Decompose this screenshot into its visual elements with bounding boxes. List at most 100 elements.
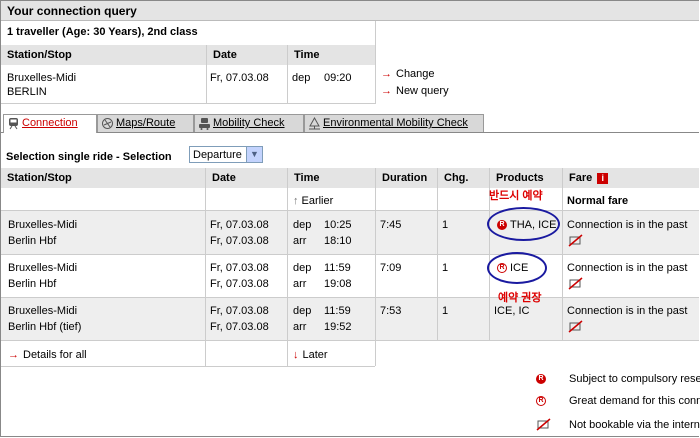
annotation-reserve-recommended: 예약 권장: [498, 292, 542, 304]
tab-maps-route-label: Maps/Route: [116, 117, 176, 129]
row2-from: Bruxelles-Midi: [8, 262, 78, 274]
arrow-right-icon: →: [381, 68, 392, 80]
query-dep-label: dep: [292, 72, 311, 84]
row1-arr-time: 18:10: [324, 235, 352, 247]
later-label: Later: [302, 349, 328, 361]
query-date: Fr, 07.03.08: [210, 72, 269, 84]
annotation-ring: [487, 252, 547, 284]
car-train-icon: [198, 117, 211, 130]
tab-connection-label: Connection: [22, 117, 78, 129]
reservation-recommended-icon: R: [536, 395, 549, 407]
environment-icon: [308, 116, 321, 130]
row1-from: Bruxelles-Midi: [8, 219, 78, 231]
not-bookable-icon: [568, 234, 583, 251]
normal-fare-label: Normal fare: [567, 195, 629, 207]
col-changes: Chg.: [438, 168, 489, 188]
annotation-ring: [487, 207, 560, 241]
row2-arr-time: 19:08: [324, 278, 352, 290]
col-fare: Fare i: [563, 168, 699, 188]
col-time: Time: [288, 168, 375, 188]
row3-changes: 1: [442, 305, 449, 317]
row2-dep-time: 11:59: [324, 262, 351, 274]
arrow-right-icon: →: [8, 349, 19, 361]
train-icon: [7, 117, 20, 130]
row3-from: Bruxelles-Midi: [8, 305, 78, 317]
direction-select[interactable]: Departure ▼: [189, 146, 263, 163]
row1-dep-label: dep: [293, 219, 312, 231]
row2-fare: Connection is in the past: [567, 262, 688, 274]
query-dep-time: 09:20: [324, 72, 352, 84]
legend-reservation-recommended: Great demand for this conn: [569, 395, 700, 407]
query-col-time: Time: [288, 45, 375, 65]
row2-duration: 7:09: [380, 262, 402, 274]
not-bookable-icon: [568, 320, 583, 337]
new-query-link[interactable]: → New query: [381, 85, 449, 97]
annotation-must-reserve: 반드시 예약: [489, 190, 543, 202]
direction-select-value: Departure: [193, 149, 242, 161]
row3-arr-label: arr: [293, 321, 307, 333]
traveller-info: 1 traveller (Age: 30 Years), 2nd class: [7, 26, 198, 38]
row2-to: Berlin Hbf: [8, 278, 57, 290]
arrow-right-icon: →: [381, 85, 392, 97]
row3-date-arr: Fr, 07.03.08: [210, 321, 269, 333]
info-icon[interactable]: i: [597, 172, 609, 184]
legend-reservation-required: Subject to compulsory rese: [569, 373, 700, 385]
col-duration: Duration: [376, 168, 437, 188]
row2-date-dep: Fr, 07.03.08: [210, 262, 269, 274]
tab-mobility-check-label: Mobility Check: [213, 117, 285, 129]
map-icon: [101, 117, 114, 130]
row3-fare: Connection is in the past: [567, 305, 688, 317]
row1-arr-label: arr: [293, 235, 307, 247]
row2-changes: 1: [442, 262, 449, 274]
tab-connection[interactable]: Connection: [3, 114, 97, 133]
change-link[interactable]: → Change: [381, 68, 435, 80]
row3-duration: 7:53: [380, 305, 402, 317]
not-bookable-icon: [536, 418, 551, 434]
row3-products: ICE, IC: [494, 305, 530, 317]
row1-date-arr: Fr, 07.03.08: [210, 235, 269, 247]
col-products: Products: [490, 168, 562, 188]
query-col-date: Date: [207, 45, 287, 65]
page-title: Your connection query: [1, 1, 699, 21]
selection-label: Selection single ride - Selection: [6, 151, 172, 163]
row2-dep-label: dep: [293, 262, 312, 274]
col-fare-label: Fare: [569, 172, 593, 184]
row1-fare: Connection is in the past: [567, 219, 688, 231]
not-bookable-icon: [568, 277, 583, 294]
row1-duration: 7:45: [380, 219, 402, 231]
query-summary: 1 traveller (Age: 30 Years), 2nd class S…: [1, 21, 376, 104]
tab-bar: Connection Maps/Route Mobility Check Env…: [1, 113, 699, 133]
earlier-label: Earlier: [301, 195, 334, 207]
new-query-label: New query: [396, 85, 449, 97]
col-date: Date: [206, 168, 287, 188]
arrow-up-icon: ↑: [293, 195, 299, 207]
query-col-station: Station/Stop: [1, 45, 206, 65]
query-to: BERLIN: [7, 86, 47, 98]
row3-arr-time: 19:52: [324, 321, 352, 333]
earlier-link[interactable]: ↑ Earlier: [293, 194, 333, 208]
chevron-down-icon: ▼: [246, 147, 262, 162]
row1-date-dep: Fr, 07.03.08: [210, 219, 269, 231]
row1-to: Berlin Hbf: [8, 235, 57, 247]
row2-arr-label: arr: [293, 278, 307, 290]
tab-mobility-check[interactable]: Mobility Check: [194, 114, 304, 132]
query-from: Bruxelles-Midi: [7, 72, 77, 84]
row3-dep-label: dep: [293, 305, 312, 317]
row2-date-arr: Fr, 07.03.08: [210, 278, 269, 290]
tab-environmental-label: Environmental Mobility Check: [323, 117, 468, 129]
tab-environmental-mobility-check[interactable]: Environmental Mobility Check: [304, 114, 484, 132]
later-link[interactable]: ↓ Later: [293, 348, 328, 362]
arrow-down-icon: ↓: [293, 349, 299, 361]
legend-not-bookable: Not bookable via the interne: [569, 419, 700, 431]
row3-to: Berlin Hbf (tief): [8, 321, 82, 333]
col-station: Station/Stop: [1, 168, 205, 188]
row3-dep-time: 11:59: [324, 305, 351, 317]
reservation-required-icon: R: [536, 373, 549, 385]
row1-dep-time: 10:25: [324, 219, 352, 231]
details-for-all-link[interactable]: → Details for all: [8, 348, 87, 362]
tab-maps-route[interactable]: Maps/Route: [97, 114, 194, 132]
details-for-all-label: Details for all: [23, 349, 87, 361]
row1-changes: 1: [442, 219, 449, 231]
change-label: Change: [396, 68, 435, 80]
row3-date-dep: Fr, 07.03.08: [210, 305, 269, 317]
